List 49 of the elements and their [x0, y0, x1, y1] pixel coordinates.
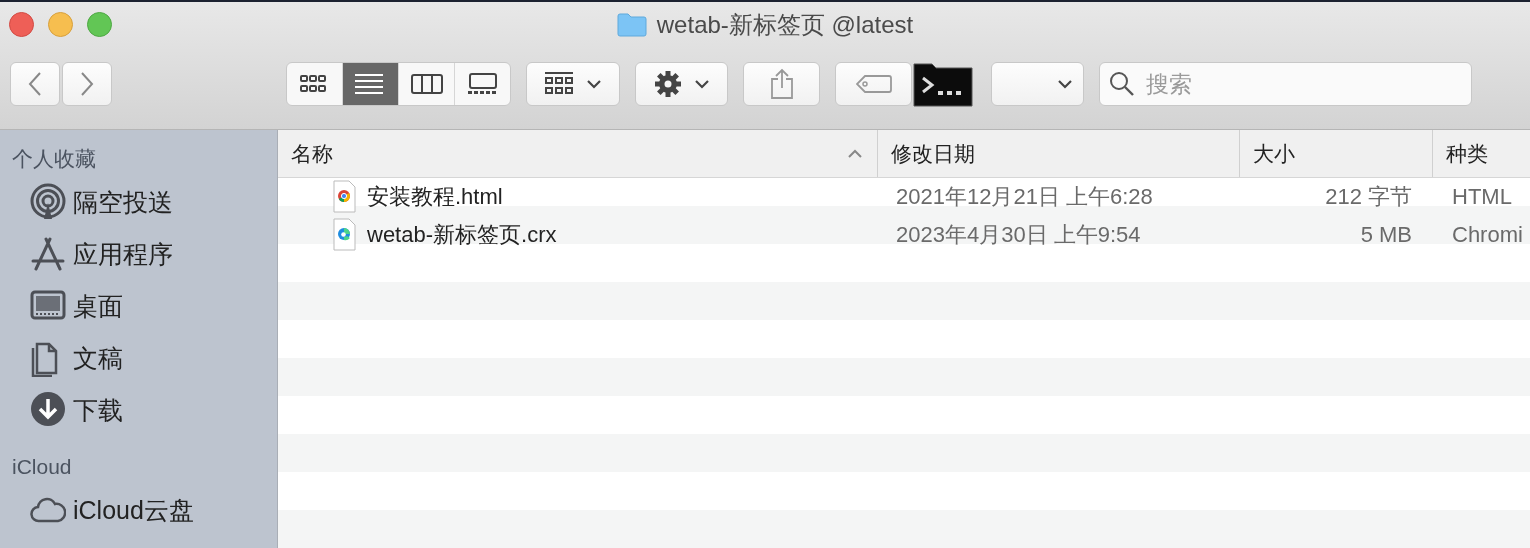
close-button[interactable] — [9, 12, 34, 37]
column-header[interactable]: 种类 — [1432, 130, 1530, 177]
view-mode-button[interactable] — [343, 63, 399, 105]
column-header[interactable]: 修改日期 — [877, 130, 1239, 177]
apps-icon — [30, 235, 66, 273]
file-name[interactable]: wetab-新标签页.crx — [367, 220, 557, 250]
gallery-icon — [466, 73, 499, 95]
chevron-left-icon — [28, 71, 42, 97]
action-button[interactable] — [635, 62, 728, 106]
table-cell-text: HTML — [1451, 184, 1513, 210]
table-cell-text: 5 MB — [1359, 222, 1413, 248]
share-button[interactable] — [743, 62, 820, 106]
sidebar-item[interactable]: 桌面 — [0, 280, 277, 332]
column-header[interactable]: 名称 — [278, 130, 877, 177]
sidebar-section-title: iCloud — [11, 454, 73, 480]
table-cell-text: 212 字节 — [1324, 183, 1413, 211]
sidebar-item[interactable]: 下载 — [0, 384, 277, 436]
group-button[interactable] — [526, 62, 620, 106]
table-cell-text: 2021年12月21日 上午6:28 — [895, 183, 1154, 211]
edge-file-icon — [333, 218, 357, 252]
caret-icon — [693, 78, 710, 90]
sidebar-item[interactable]: 应用程序 — [0, 228, 277, 280]
download-icon — [30, 391, 66, 429]
chevron-right-icon — [80, 71, 94, 97]
settings-icon — [653, 70, 682, 98]
folder-icon — [616, 13, 647, 37]
airdrop-icon — [30, 183, 66, 221]
terminal-folder-icon[interactable] — [912, 60, 974, 108]
sidebar-section-title: 个人收藏 — [11, 146, 97, 172]
table-cell-text: Chromi — [1451, 222, 1524, 248]
caret-icon — [586, 78, 602, 90]
forward-button[interactable] — [62, 62, 112, 106]
sidebar-item[interactable]: iCloud云盘 — [0, 484, 277, 536]
chrome-file-icon — [333, 180, 357, 214]
view-mode-control[interactable] — [286, 62, 511, 106]
tag-icon — [855, 74, 892, 94]
caret-icon — [1057, 78, 1073, 90]
window-title: wetab-新标签页 @latest — [656, 10, 914, 40]
back-button[interactable] — [10, 62, 60, 106]
share-icon — [769, 68, 794, 100]
file-name[interactable]: 安装教程.html — [367, 182, 503, 212]
columns-icon — [410, 73, 443, 95]
search-field[interactable]: 搜索 — [1099, 62, 1472, 106]
grid-icon — [544, 71, 574, 97]
sidebar-item[interactable]: 隔空投送 — [0, 176, 277, 228]
column-header[interactable]: 大小 — [1239, 130, 1432, 177]
sidebar-item[interactable]: 文稿 — [0, 332, 277, 384]
table-cell-text: 2023年4月30日 上午9:54 — [895, 221, 1142, 249]
search-icon — [1109, 71, 1135, 97]
